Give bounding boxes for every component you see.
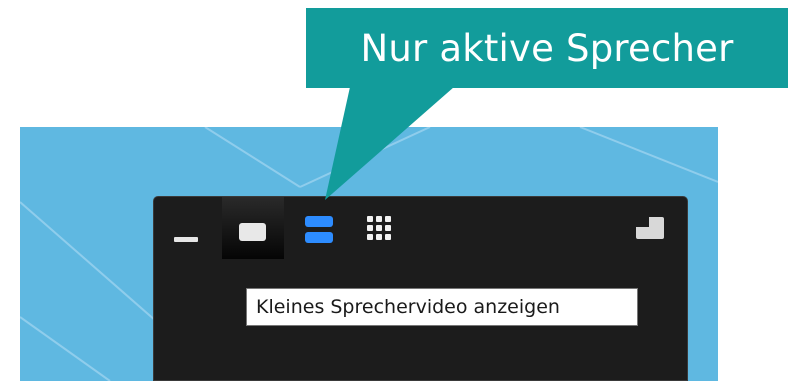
gallery-grid-cell xyxy=(385,225,391,231)
gallery-grid-cell xyxy=(376,234,382,240)
gallery-grid-cell xyxy=(376,216,382,222)
minimize-icon[interactable] xyxy=(174,237,198,242)
gallery-grid-cell xyxy=(385,234,391,240)
active-speaker-button[interactable] xyxy=(305,216,333,244)
gallery-grid-cell xyxy=(367,234,373,240)
picture-in-picture-button[interactable] xyxy=(636,217,664,239)
active-speaker-icon-lower xyxy=(305,232,333,243)
screenshot-stage: Kleines Sprechervideo anzeigen Nur aktiv… xyxy=(0,0,790,381)
single-video-icon xyxy=(239,223,266,241)
gallery-view-button[interactable] xyxy=(367,216,391,240)
single-video-button[interactable] xyxy=(222,197,284,259)
gallery-grid-cell xyxy=(376,225,382,231)
tooltip-text: Kleines Sprechervideo anzeigen xyxy=(256,296,560,318)
gallery-grid-cell xyxy=(367,225,373,231)
callout-text: Nur aktive Sprecher xyxy=(360,26,734,70)
gallery-grid-cell xyxy=(385,216,391,222)
gallery-grid-icon xyxy=(367,216,373,222)
picture-in-picture-icon xyxy=(636,217,649,227)
tooltip: Kleines Sprechervideo anzeigen xyxy=(246,288,638,326)
active-speaker-icon xyxy=(305,216,333,227)
callout-box: Nur aktive Sprecher xyxy=(306,8,788,88)
